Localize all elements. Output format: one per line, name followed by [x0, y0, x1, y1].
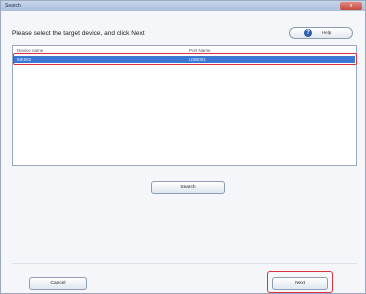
row-annotation-box [13, 53, 357, 65]
next-button[interactable]: Next [272, 277, 328, 290]
window-title: Search [5, 3, 21, 9]
search-dialog: Search x Please select the target device… [0, 0, 366, 294]
title-bar: Search x [1, 1, 365, 11]
instruction-text: Please select the target device, and cli… [12, 30, 145, 37]
close-button[interactable]: x [340, 2, 362, 10]
help-button[interactable]: ? Help [289, 27, 353, 39]
divider [12, 263, 357, 264]
help-label: Help [322, 30, 332, 35]
help-circle-icon: ? [304, 29, 312, 37]
cancel-button[interactable]: Cancel [29, 277, 87, 290]
search-button[interactable]: Search [151, 181, 225, 194]
